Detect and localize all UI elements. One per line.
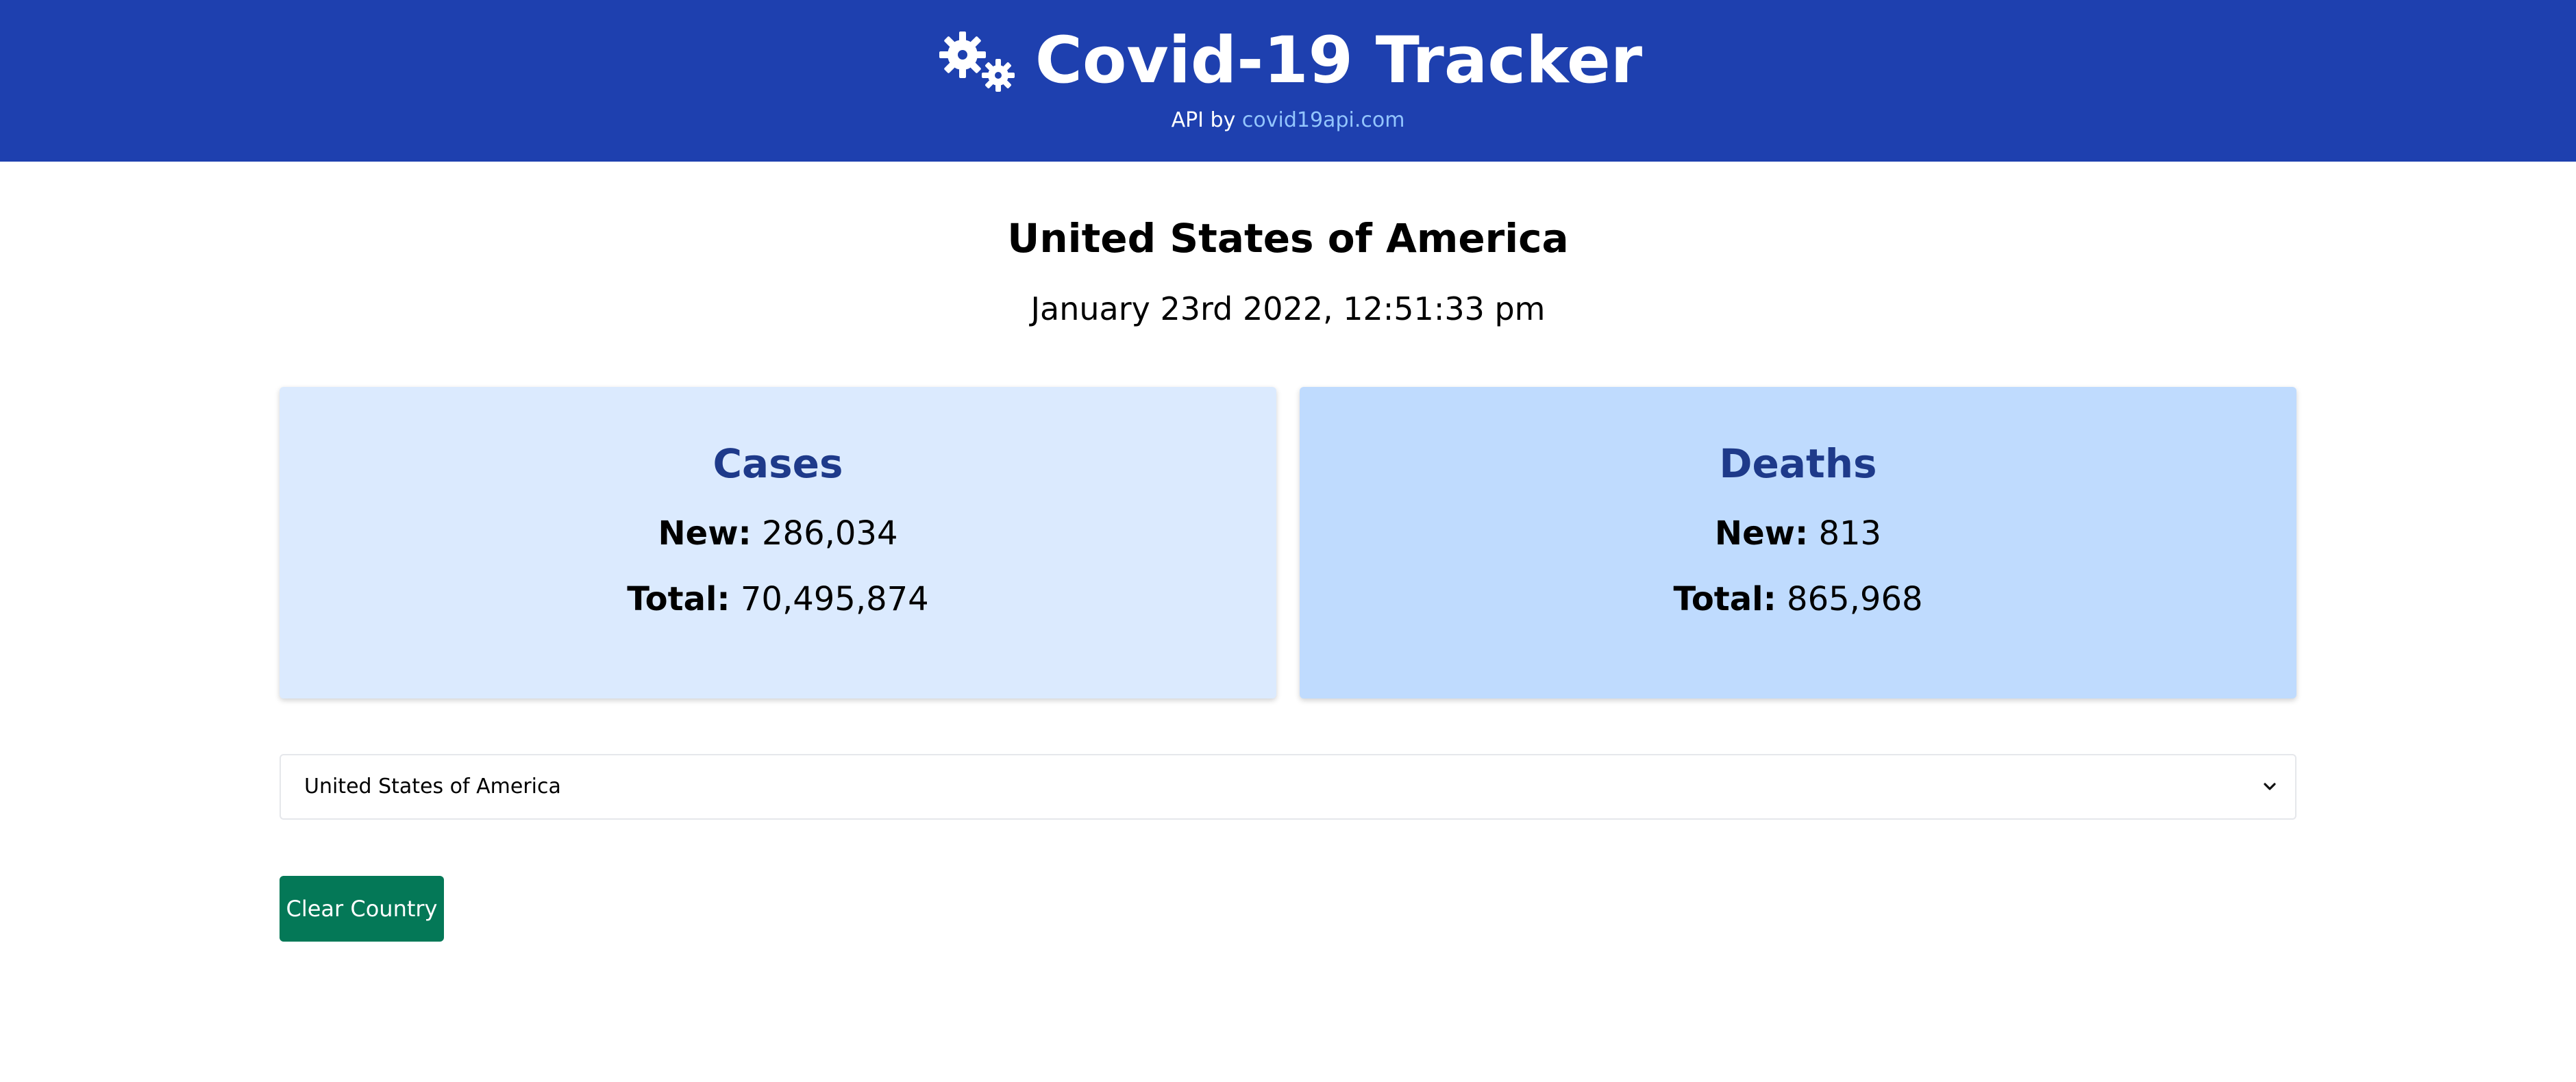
deaths-total-line: Total: 865,968 <box>1300 580 2296 618</box>
deaths-new-line: New: 813 <box>1300 514 2296 553</box>
chevron-down-icon <box>2261 777 2279 795</box>
deaths-new-value: 813 <box>1818 514 1882 553</box>
virus-gears-icon <box>934 27 1021 99</box>
deaths-total-value: 865,968 <box>1787 580 1923 618</box>
cases-new-line: New: 286,034 <box>280 514 1276 553</box>
title-row: Covid-19 Tracker <box>0 12 2576 108</box>
cases-total-label: Total: <box>627 580 730 618</box>
app-header: Covid-19 Tracker API by covid19api.com <box>0 0 2576 162</box>
cases-card-title: Cases <box>713 440 843 487</box>
deaths-new-label: New: <box>1714 514 1809 553</box>
country-select[interactable]: United States of America <box>280 754 2296 820</box>
deaths-card-title: Deaths <box>1719 440 1877 487</box>
deaths-total-label: Total: <box>1673 580 1776 618</box>
last-updated-timestamp: January 23rd 2022, 12:51:33 pm <box>1030 290 1546 327</box>
api-credit-prefix: API by <box>1171 108 1236 132</box>
cases-card: Cases New: 286,034 Total: 70,495,874 <box>280 387 1276 699</box>
app-title: Covid-19 Tracker <box>1035 23 1643 98</box>
cases-new-label: New: <box>658 514 752 553</box>
api-credit: API by covid19api.com <box>0 108 2576 132</box>
api-link[interactable]: covid19api.com <box>1242 108 1405 132</box>
deaths-card: Deaths New: 813 Total: 865,968 <box>1300 387 2296 699</box>
country-title: United States of America <box>1007 215 1569 262</box>
country-select-value: United States of America <box>304 775 561 798</box>
clear-country-button[interactable]: Clear Country <box>280 876 444 942</box>
cases-new-value: 286,034 <box>762 514 898 553</box>
cases-total-value: 70,495,874 <box>740 580 929 618</box>
cases-total-line: Total: 70,495,874 <box>280 580 1276 618</box>
